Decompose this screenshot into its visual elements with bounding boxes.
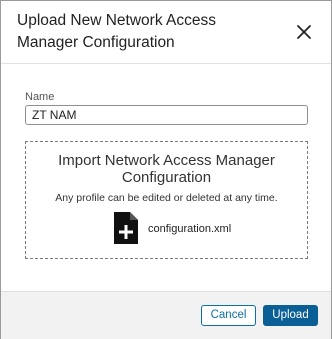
name-label: Name	[25, 91, 55, 103]
dropzone-title: Import Network Access Manager Configurat…	[58, 152, 275, 186]
upload-button[interactable]: Upload	[263, 305, 318, 326]
close-icon[interactable]	[294, 22, 314, 42]
dialog-footer: Cancel Upload	[1, 291, 331, 339]
dialog-header: Upload New Network Access Manager Config…	[1, 1, 331, 64]
file-dropzone[interactable]: Import Network Access Manager Configurat…	[25, 141, 308, 259]
file-add-icon[interactable]	[114, 212, 138, 244]
name-input[interactable]	[25, 105, 308, 125]
dialog-title: Upload New Network Access Manager Config…	[17, 12, 216, 51]
cancel-button[interactable]: Cancel	[201, 305, 256, 326]
dropzone-subtitle: Any profile can be edited or deleted at …	[55, 192, 278, 204]
file-name: configuration.xml	[148, 223, 232, 235]
dialog-body: Name Import Network Access Manager Confi…	[1, 64, 331, 291]
upload-config-dialog: Upload New Network Access Manager Config…	[0, 0, 332, 339]
